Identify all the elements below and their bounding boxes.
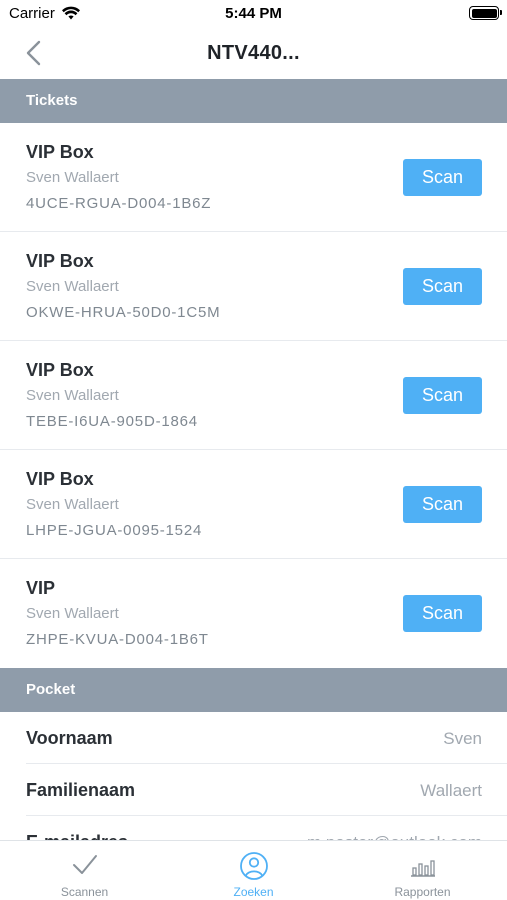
ticket-type: VIP Box [26,251,94,271]
scan-button[interactable]: Scan [403,486,482,523]
scan-button[interactable]: Scan [403,377,482,414]
ticket-holder: Sven Wallaert [26,169,119,186]
battery-icon [469,6,502,20]
detail-label: Voornaam [26,728,113,748]
status-time: 5:44 PM [225,5,282,22]
tab-label: Scannen [60,885,109,899]
tab-label: Zoeken [233,885,274,899]
ticket-code: LHPE-JGUA-0095-1524 [26,522,203,539]
navigation-bar: NTV440... [0,28,507,79]
section-header-tickets: Tickets [0,79,507,123]
detail-value: Wallaert [420,781,482,800]
ticket-row: VIP Box Sven Wallaert OKWE-HRUA-50D0-1C5… [0,232,507,341]
scan-button[interactable]: Scan [403,159,482,196]
page-title: NTV440... [207,42,300,64]
ticket-row: VIP Box Sven Wallaert LHPE-JGUA-0095-152… [0,450,507,559]
ticket-list: VIP Box Sven Wallaert 4UCE-RGUA-D004-1B6… [0,123,507,668]
tab-label: Rapporten [394,885,451,899]
status-bar: Carrier 5:44 PM [0,0,507,28]
ticket-code: OKWE-HRUA-50D0-1C5M [26,304,221,321]
user-search-icon [240,852,268,880]
tab-scannen[interactable]: Scannen [0,841,169,900]
scan-button[interactable]: Scan [403,595,482,632]
checkmark-icon [73,855,97,874]
ticket-type: VIP [26,578,56,598]
tab-rapporten[interactable]: Rapporten [338,841,507,900]
ticket-holder: Sven Wallaert [26,605,119,622]
ticket-holder: Sven Wallaert [26,278,119,295]
ticket-type: VIP Box [26,469,94,489]
ticket-code: 4UCE-RGUA-D004-1B6Z [26,195,212,212]
ticket-row: VIP Box Sven Wallaert TEBE-I6UA-905D-186… [0,341,507,450]
tab-zoeken[interactable]: Zoeken [169,841,338,900]
ticket-row: VIP Sven Wallaert ZHPE-KVUA-D004-1B6T Sc… [0,559,507,668]
ticket-code: TEBE-I6UA-905D-1864 [26,413,198,430]
ticket-holder: Sven Wallaert [26,387,119,404]
tab-bar: Scannen Zoeken Rapporten [0,840,507,900]
section-header-pocket: Pocket [0,668,507,712]
detail-row-last-name: Familienaam Wallaert [26,764,507,816]
detail-row-first-name: Voornaam Sven [26,712,507,764]
bar-chart-icon [411,860,435,877]
scan-button[interactable]: Scan [403,268,482,305]
ticket-code: ZHPE-KVUA-D004-1B6T [26,631,209,648]
ticket-type: VIP Box [26,142,94,162]
ticket-holder: Sven Wallaert [26,496,119,513]
ticket-type: VIP Box [26,360,94,380]
ticket-row: VIP Box Sven Wallaert 4UCE-RGUA-D004-1B6… [0,123,507,232]
detail-label: Familienaam [26,780,136,800]
detail-value: Sven [443,729,482,748]
